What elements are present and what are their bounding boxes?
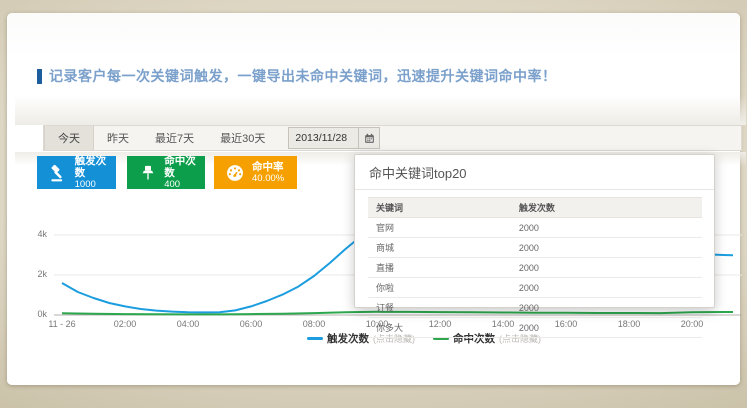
date-picker[interactable]: 2013/11/28: [288, 127, 380, 149]
cell-trigger-count: 2000: [511, 218, 702, 238]
gauge-icon: [222, 163, 248, 183]
keyword-table-body: 官网2000商城2000直播2000你啦2000订餐2000你多大2000: [368, 218, 702, 338]
col-trigger-count: 触发次数: [511, 198, 702, 218]
cell-keyword: 官网: [368, 218, 511, 238]
x-tick-label: 08:00: [303, 319, 326, 329]
title-marker: [37, 69, 42, 84]
calendar-icon[interactable]: [358, 128, 379, 148]
tab-yesterday[interactable]: 昨天: [94, 126, 142, 150]
dashboard-card: 记录客户每一次关键词触发，一键导出未命中关键词，迅速提升关键词命中率！ 今天 昨…: [7, 13, 740, 385]
stat-trigger-count[interactable]: 触发次数 1000: [37, 156, 116, 189]
cell-keyword: 商城: [368, 238, 511, 258]
tab-last30days[interactable]: 最近30天: [207, 126, 278, 150]
cell-keyword: 订餐: [368, 298, 511, 318]
cell-trigger-count: 2000: [511, 278, 702, 298]
table-row: 订餐2000: [368, 298, 702, 318]
x-tick-label: 11 - 26: [48, 319, 75, 329]
desktop-background: 记录客户每一次关键词触发，一键导出未命中关键词，迅速提升关键词命中率！ 今天 昨…: [0, 0, 747, 408]
tab-today[interactable]: 今天: [44, 126, 94, 150]
tab-last7days[interactable]: 最近7天: [142, 126, 207, 150]
stat-value: 40.00%: [252, 173, 284, 184]
table-row: 商城2000: [368, 238, 702, 258]
stat-value: 400: [164, 179, 205, 190]
page-title: 记录客户每一次关键词触发，一键导出未命中关键词，迅速提升关键词命中率！: [37, 66, 557, 86]
stat-hit-rate[interactable]: 命中率 40.00%: [214, 156, 297, 189]
panel-title: 命中关键词top20: [355, 155, 714, 190]
legend-name: 触发次数: [327, 331, 369, 346]
table-row: 直播2000: [368, 258, 702, 278]
keyword-table: 关键词 触发次数 官网2000商城2000直播2000你啦2000订餐2000你…: [368, 197, 702, 338]
cell-trigger-count: 2000: [511, 298, 702, 318]
table-row: 你啦2000: [368, 278, 702, 298]
legend-line-blue-icon: [307, 337, 323, 340]
cell-trigger-count: 2000: [511, 258, 702, 278]
stat-value: 1000: [75, 179, 116, 190]
x-tick-label: 02:00: [114, 319, 137, 329]
cell-keyword: 你啦: [368, 278, 511, 298]
stat-label: 触发次数: [75, 155, 116, 179]
top20-panel: 命中关键词top20 关键词 触发次数 官网2000商城2000直播2000你啦…: [354, 154, 715, 308]
pushpin-icon: [135, 164, 160, 182]
gavel-icon: [45, 163, 71, 183]
table-row: 官网2000: [368, 218, 702, 238]
stat-label: 命中率: [252, 161, 284, 173]
x-tick-label: 04:00: [177, 319, 200, 329]
date-range-toolbar: 今天 昨天 最近7天 最近30天 2013/11/28: [43, 125, 742, 151]
cell-trigger-count: 2000: [511, 318, 702, 338]
page-title-text: 记录客户每一次关键词触发，一键导出未命中关键词，迅速提升关键词命中率！: [49, 66, 557, 86]
stat-hit-count[interactable]: 命中次数 400: [127, 156, 205, 189]
stat-label: 命中次数: [164, 155, 205, 179]
x-tick-label: 06:00: [240, 319, 263, 329]
table-row: 你多大2000: [368, 318, 702, 338]
cell-keyword: 直播: [368, 258, 511, 278]
cell-trigger-count: 2000: [511, 238, 702, 258]
table-header-row: 关键词 触发次数: [368, 198, 702, 218]
y-tick-label: 2k: [27, 269, 47, 279]
y-tick-label: 4k: [27, 229, 47, 239]
cell-keyword: 你多大: [368, 318, 511, 338]
col-keyword: 关键词: [368, 198, 511, 218]
date-value[interactable]: 2013/11/28: [289, 128, 358, 148]
section-divider-top: [15, 95, 746, 125]
y-tick-label: 0k: [27, 309, 47, 319]
